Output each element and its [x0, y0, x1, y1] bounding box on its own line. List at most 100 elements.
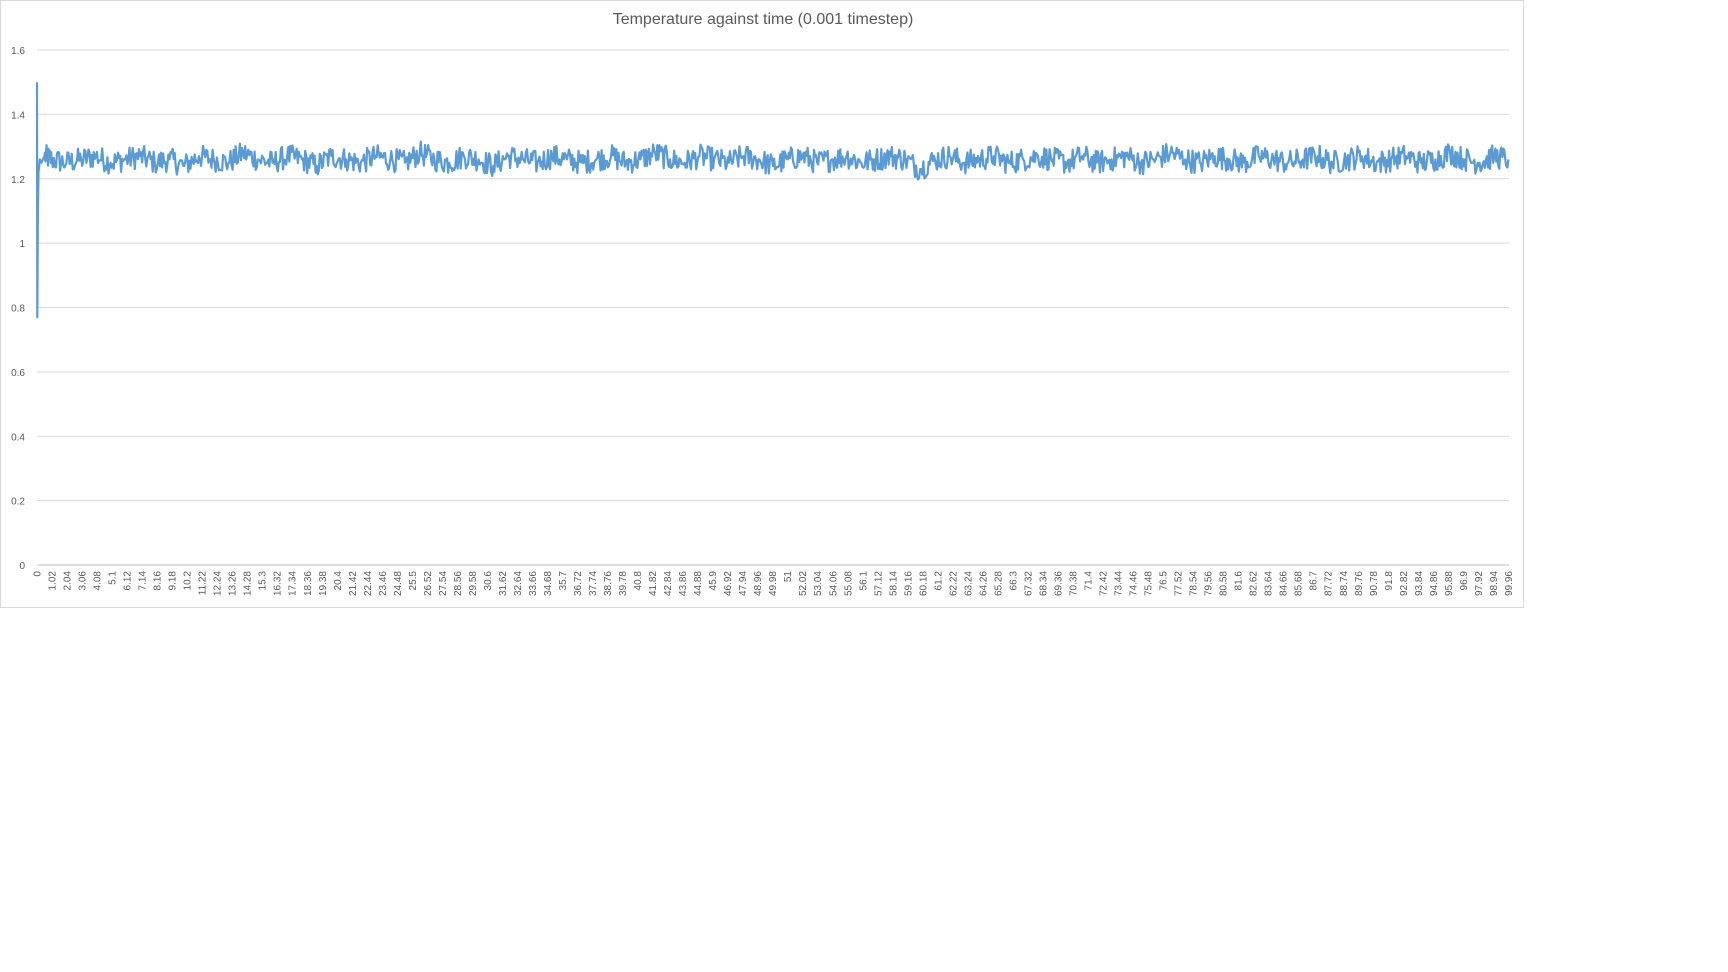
- gridlines: [37, 49, 1509, 566]
- x-tick-label: 66.3: [1008, 571, 1019, 591]
- x-tick-label: 32.64: [513, 571, 524, 596]
- x-tick-label: 77.52: [1174, 571, 1185, 596]
- x-tick-label: 82.62: [1249, 571, 1260, 596]
- x-tick-label: 3.06: [78, 571, 89, 591]
- x-tick-label: 76.5: [1159, 571, 1170, 591]
- x-tick-label: 28.56: [453, 571, 464, 596]
- x-tick-label: 47.94: [738, 571, 749, 596]
- x-tick-label: 65.28: [993, 571, 1004, 596]
- x-tick-label: 12.24: [213, 571, 224, 596]
- x-tick-label: 74.46: [1129, 571, 1140, 596]
- series-line-0: [35, 82, 1510, 319]
- x-tick-label: 99.96: [1504, 571, 1515, 596]
- y-tick-label: 0.8: [11, 304, 25, 315]
- x-tick-label: 26.52: [423, 571, 434, 596]
- x-tick-label: 30.6: [483, 571, 494, 591]
- x-tick-label: 1.02: [48, 571, 59, 591]
- x-tick-label: 81.6: [1234, 571, 1245, 591]
- x-tick-label: 17.34: [288, 571, 299, 596]
- x-tick-label: 18.36: [303, 571, 314, 596]
- x-tick-label: 8.16: [153, 571, 164, 591]
- x-tick-label: 90.78: [1369, 571, 1380, 596]
- y-tick-label: 0: [19, 561, 25, 572]
- y-tick-label: 0.2: [11, 497, 25, 508]
- x-tick-label: 53.04: [813, 571, 824, 596]
- x-tick-label: 83.64: [1264, 571, 1275, 596]
- x-tick-label: 40.8: [633, 571, 644, 591]
- x-tick-label: 84.66: [1279, 571, 1290, 596]
- x-tick-label: 67.32: [1023, 571, 1034, 596]
- x-tick-label: 86.7: [1309, 571, 1320, 591]
- x-tick-label: 16.32: [273, 571, 284, 596]
- x-tick-label: 37.74: [588, 571, 599, 596]
- x-tick-label: 60.18: [918, 571, 929, 596]
- x-tick-label: 27.54: [438, 571, 449, 596]
- x-tick-label: 9.18: [168, 571, 179, 591]
- x-tick-label: 87.72: [1324, 571, 1335, 596]
- x-tick-label: 61.2: [933, 571, 944, 591]
- x-tick-label: 5.1: [108, 571, 119, 585]
- x-tick-label: 23.46: [378, 571, 389, 596]
- x-tick-label: 59.16: [903, 571, 914, 596]
- x-tick-label: 64.26: [978, 571, 989, 596]
- x-tick-label: 29.58: [468, 571, 479, 596]
- x-tick-label: 72.42: [1099, 571, 1110, 596]
- x-tick-label: 4.08: [93, 571, 104, 591]
- x-tick-label: 73.44: [1114, 571, 1125, 596]
- x-tick-label: 63.24: [963, 571, 974, 596]
- x-tick-label: 97.92: [1474, 571, 1485, 596]
- y-tick-label: 1.4: [11, 110, 25, 121]
- x-tick-label: 34.68: [543, 571, 554, 596]
- x-tick-label: 35.7: [558, 571, 569, 591]
- x-tick-label: 38.76: [603, 571, 614, 596]
- y-axis-ticks: 0 0.2 0.4 0.6 0.8 1 1.2 1.4 1.6: [11, 46, 25, 572]
- y-tick-label: 1.2: [11, 175, 25, 186]
- x-tick-label: 52.02: [798, 571, 809, 596]
- x-tick-label: 21.42: [348, 571, 359, 596]
- x-tick-label: 0: [33, 571, 44, 577]
- x-tick-label: 98.94: [1489, 571, 1500, 596]
- x-tick-label: 96.9: [1459, 571, 1470, 591]
- x-tick-label: 7.14: [138, 571, 149, 591]
- x-tick-label: 80.58: [1219, 571, 1230, 596]
- x-tick-label: 71.4: [1084, 571, 1095, 591]
- x-tick-label: 19.38: [318, 571, 329, 596]
- x-tick-label: 51: [783, 571, 794, 583]
- x-tick-label: 62.22: [948, 571, 959, 596]
- x-tick-label: 11.22: [198, 571, 209, 596]
- x-tick-label: 15.3: [258, 571, 269, 591]
- x-tick-label: 14.28: [243, 571, 254, 596]
- y-tick-label: 0.4: [11, 432, 25, 443]
- x-tick-label: 39.78: [618, 571, 629, 596]
- x-tick-label: 20.4: [333, 571, 344, 591]
- x-tick-label: 22.44: [363, 571, 374, 596]
- x-tick-label: 45.9: [708, 571, 719, 591]
- chart-plot-area: 0 0.2 0.4 0.6 0.8 1 1.2 1.4 1.6 0 1.02 2.04 3.06 4.0…: [11, 46, 1515, 596]
- x-tick-label: 54.06: [828, 571, 839, 596]
- x-tick-label: 92.82: [1399, 571, 1410, 596]
- x-axis-ticks: 0 1.02 2.04 3.06 4.08 5.1 6.12 7.14 8.16 9.18 10.2…: [33, 571, 1515, 596]
- x-tick-label: 70.38: [1068, 571, 1079, 596]
- chart-frame: Temperature against time (0.001 timestep…: [0, 0, 1524, 608]
- x-tick-label: 68.34: [1038, 571, 1049, 596]
- y-tick-label: 0.6: [11, 368, 25, 379]
- series-layer: [35, 82, 1510, 319]
- x-tick-label: 91.8: [1384, 571, 1395, 591]
- x-tick-label: 13.26: [228, 571, 239, 596]
- y-tick-label: 1: [19, 239, 25, 250]
- x-tick-label: 95.88: [1444, 571, 1455, 596]
- x-tick-label: 2.04: [63, 571, 74, 591]
- x-tick-label: 56.1: [858, 571, 869, 591]
- x-tick-label: 48.96: [753, 571, 764, 596]
- x-tick-label: 88.74: [1339, 571, 1350, 596]
- x-tick-label: 79.56: [1204, 571, 1215, 596]
- x-tick-label: 49.98: [768, 571, 779, 596]
- x-tick-label: 44.88: [693, 571, 704, 596]
- x-tick-label: 43.86: [678, 571, 689, 596]
- x-tick-label: 78.54: [1189, 571, 1200, 596]
- x-tick-label: 85.68: [1294, 571, 1305, 596]
- x-tick-label: 57.12: [873, 571, 884, 596]
- x-tick-label: 94.86: [1429, 571, 1440, 596]
- x-tick-label: 33.66: [528, 571, 539, 596]
- x-tick-label: 6.12: [123, 571, 134, 591]
